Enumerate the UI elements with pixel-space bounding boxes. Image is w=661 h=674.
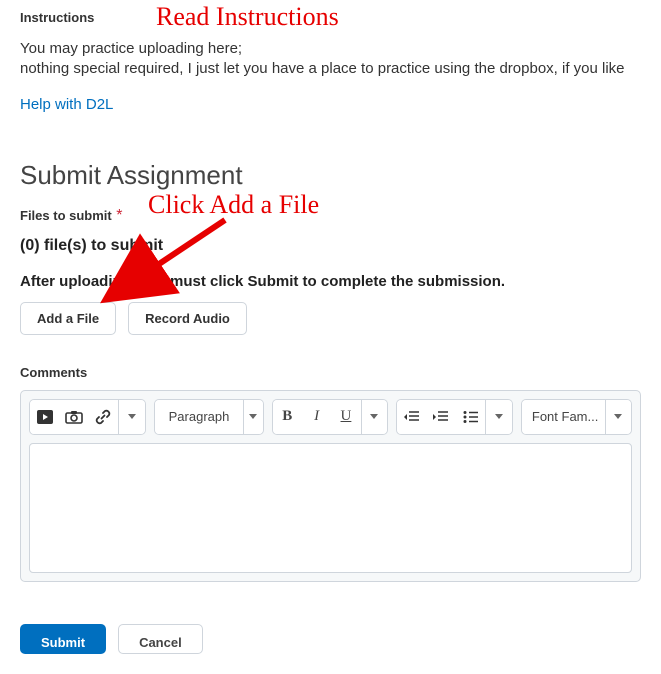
camera-icon — [65, 410, 83, 424]
chevron-down-icon — [128, 414, 136, 419]
instructions-line2: nothing special required, I just let you… — [20, 60, 625, 77]
instructions-heading: Instructions — [20, 10, 641, 25]
font-group: Font Fam... — [521, 399, 632, 435]
list-more-dropdown[interactable] — [486, 400, 512, 434]
paragraph-dropdown[interactable] — [244, 400, 263, 434]
insert-image-button[interactable] — [59, 400, 88, 434]
chevron-down-icon — [614, 414, 622, 419]
files-label-text: Files to submit — [20, 208, 112, 223]
media-more-dropdown[interactable] — [119, 400, 145, 434]
play-icon — [37, 410, 53, 424]
editor-toolbar: Paragraph B I U — [29, 399, 632, 435]
chevron-down-icon — [370, 414, 378, 419]
outdent-icon — [404, 410, 420, 424]
submit-button[interactable]: Submit — [20, 624, 106, 654]
instructions-body: You may practice uploading here; nothing… — [20, 39, 641, 80]
format-group: B I U — [272, 399, 389, 435]
paragraph-group: Paragraph — [154, 399, 264, 435]
paragraph-select[interactable]: Paragraph — [155, 400, 244, 434]
cancel-button[interactable]: Cancel — [118, 624, 203, 654]
indent-button[interactable] — [427, 400, 456, 434]
required-indicator: * — [116, 207, 122, 224]
font-family-select[interactable]: Font Fam... — [522, 400, 605, 434]
list-group — [396, 399, 513, 435]
bold-button[interactable]: B — [273, 400, 302, 434]
comments-label: Comments — [20, 365, 641, 380]
bullet-list-button[interactable] — [456, 400, 485, 434]
chevron-down-icon — [249, 414, 257, 419]
format-more-dropdown[interactable] — [362, 400, 388, 434]
file-count: (0) file(s) to submit — [20, 237, 641, 255]
insert-link-button[interactable] — [89, 400, 118, 434]
add-file-button[interactable]: Add a File — [20, 302, 116, 335]
record-audio-button[interactable]: Record Audio — [128, 302, 247, 335]
underline-button[interactable]: U — [331, 400, 360, 434]
italic-button[interactable]: I — [302, 400, 331, 434]
insert-media-button[interactable] — [30, 400, 59, 434]
help-link[interactable]: Help with D2L — [20, 96, 113, 113]
list-icon — [463, 410, 479, 424]
instructions-line1: You may practice uploading here; — [20, 40, 242, 57]
indent-icon — [433, 410, 449, 424]
chevron-down-icon — [495, 414, 503, 419]
link-icon — [95, 409, 111, 425]
font-dropdown[interactable] — [606, 400, 631, 434]
upload-note: After uploading, you must click Submit t… — [20, 273, 641, 290]
editor-textarea[interactable] — [29, 443, 632, 573]
media-group — [29, 399, 146, 435]
files-to-submit-label: Files to submit * — [20, 207, 641, 225]
outdent-button[interactable] — [397, 400, 426, 434]
submit-assignment-heading: Submit Assignment — [20, 160, 641, 191]
rich-text-editor: Paragraph B I U — [20, 390, 641, 582]
